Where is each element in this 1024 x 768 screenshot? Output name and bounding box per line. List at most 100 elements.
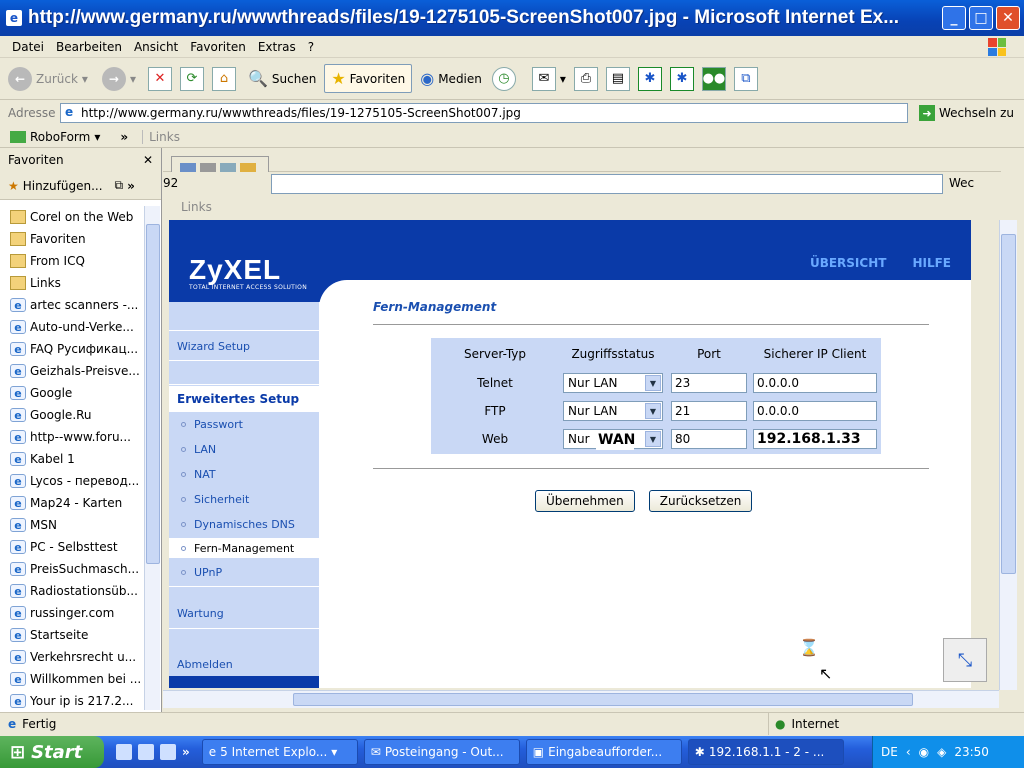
favorite-item[interactable]: From ICQ xyxy=(0,250,144,272)
access-select-web[interactable]: Nur WAN ▼ xyxy=(563,429,663,450)
sidebar-item-password[interactable]: Passwort xyxy=(169,412,319,437)
edit-button[interactable]: ▤ xyxy=(605,66,630,91)
history-button[interactable]: ◷ xyxy=(491,66,516,91)
quicklaunch-outlook-icon[interactable] xyxy=(138,744,154,760)
port-input-web[interactable]: 80 xyxy=(671,429,747,449)
task-outlook[interactable]: ✉ Posteingang - Out... xyxy=(363,739,520,765)
forward-button[interactable]: → ▾ xyxy=(101,66,136,91)
window-tool-button[interactable]: ⧉ xyxy=(733,66,758,91)
favorite-item[interactable]: e Map24 - Karten xyxy=(0,492,144,514)
close-panel-icon[interactable]: ✕ xyxy=(143,153,153,167)
media-button[interactable]: ◉ Medien xyxy=(420,69,482,88)
roboform-button[interactable]: RoboForm ▾ xyxy=(10,130,100,144)
content-hscroll-thumb[interactable] xyxy=(293,693,913,706)
sidebar-logout[interactable]: Abmelden xyxy=(169,652,319,676)
sidebar-item-remote-management[interactable]: Fern-Management xyxy=(169,538,319,558)
favorite-item[interactable]: e http--www.foru... xyxy=(0,426,144,448)
quicklaunch-chevron-icon[interactable]: » xyxy=(182,745,190,759)
ip-input-ftp[interactable]: 0.0.0.0 xyxy=(753,401,877,421)
sidebar-item-upnp[interactable]: UPnP xyxy=(169,560,319,585)
content-vscroll-thumb[interactable] xyxy=(1001,234,1016,574)
addon-button-2[interactable]: ✱ xyxy=(669,66,694,91)
favorite-item[interactable]: Links xyxy=(0,272,144,294)
apply-button[interactable]: Übernehmen xyxy=(535,490,635,512)
back-button[interactable]: ← Zurück ▾ xyxy=(8,66,88,91)
search-button[interactable]: 🔍 Suchen xyxy=(248,69,316,88)
menu-datei[interactable]: Datei xyxy=(12,40,44,54)
favorite-item[interactable]: e PreisSuchmasch... xyxy=(0,558,144,580)
quicklaunch-ie-icon[interactable] xyxy=(116,744,132,760)
sidebar-item-security[interactable]: Sicherheit xyxy=(169,487,319,512)
menu-help[interactable]: ? xyxy=(308,40,314,54)
menu-bearbeiten[interactable]: Bearbeiten xyxy=(56,40,122,54)
favorite-item[interactable]: e Verkehrsrecht u... xyxy=(0,646,144,668)
sidebar-maintenance[interactable]: Wartung xyxy=(169,600,319,626)
favorite-item[interactable]: e Google.Ru xyxy=(0,404,144,426)
content-horizontal-scrollbar[interactable] xyxy=(163,690,999,708)
organize-icon[interactable]: ⧉ xyxy=(115,178,124,193)
stop-button[interactable]: ✕ xyxy=(147,66,172,91)
panel-chevron-icon[interactable]: » xyxy=(127,179,135,193)
sidebar-wizard-setup[interactable]: Wizard Setup xyxy=(169,332,319,360)
language-indicator[interactable]: DE xyxy=(881,745,898,759)
links-label[interactable]: Links xyxy=(142,129,180,144)
favorite-item[interactable]: e Lycos - перевод... xyxy=(0,470,144,492)
task-router[interactable]: ✱ 192.168.1.1 - 2 - ... xyxy=(687,739,844,765)
favorite-item[interactable]: Corel on the Web xyxy=(0,206,144,228)
add-favorite-button[interactable]: ★ Hinzufügen... ⧉ » xyxy=(0,172,161,200)
inner-address-bar: 92 Wec xyxy=(163,172,1001,196)
ip-input-web[interactable]: 192.168.1.33 xyxy=(753,429,877,449)
messenger-button[interactable]: ●● xyxy=(701,66,726,91)
menu-extras[interactable]: Extras xyxy=(258,40,296,54)
go-button[interactable]: ➜ Wechseln zu xyxy=(919,105,1014,121)
resize-image-icon[interactable]: ⤡ xyxy=(943,638,987,682)
mail-button[interactable]: ✉ ▾ xyxy=(531,66,566,91)
favorites-scrollbar[interactable] xyxy=(144,206,160,710)
close-button[interactable]: ✕ xyxy=(996,6,1020,30)
sidebar-item-lan[interactable]: LAN xyxy=(169,437,319,462)
favorite-item[interactable]: e Google xyxy=(0,382,144,404)
favorite-item[interactable]: e Geizhals-Preisve... xyxy=(0,360,144,382)
favorite-item[interactable]: e PC - Selbsttest xyxy=(0,536,144,558)
quicklaunch-desktop-icon[interactable] xyxy=(160,744,176,760)
addon-button-1[interactable]: ✱ xyxy=(637,66,662,91)
address-input[interactable]: http://www.germany.ru/wwwthreads/files/1… xyxy=(60,103,908,123)
sidebar-item-ddns[interactable]: Dynamisches DNS xyxy=(169,512,319,537)
nav-help[interactable]: HILFE xyxy=(912,256,951,270)
task-command-prompt[interactable]: ▣ Eingabeaufforder... xyxy=(525,739,682,765)
tray-arrow-icon[interactable]: ‹ xyxy=(906,745,911,759)
favorite-item[interactable]: e Willkommen bei ... xyxy=(0,668,144,690)
favorite-item[interactable]: e Radiostationsüb... xyxy=(0,580,144,602)
print-button[interactable]: ⎙ xyxy=(573,66,598,91)
favorite-item[interactable]: e MSN xyxy=(0,514,144,536)
content-vertical-scrollbar[interactable] xyxy=(999,220,1017,690)
favorite-item[interactable]: Favoriten xyxy=(0,228,144,250)
sidebar-item-nat[interactable]: NAT xyxy=(169,462,319,487)
favorite-item[interactable]: e Your ip is 217.2... xyxy=(0,690,144,712)
favorite-item[interactable]: e russinger.com xyxy=(0,602,144,624)
favorites-button[interactable]: ★ Favoriten xyxy=(324,64,413,93)
home-button[interactable]: ⌂ xyxy=(211,66,236,91)
access-select-ftp[interactable]: Nur LAN ▼ xyxy=(563,401,663,421)
menu-favoriten[interactable]: Favoriten xyxy=(190,40,246,54)
favorites-scroll-thumb[interactable] xyxy=(146,224,160,564)
port-input-ftp[interactable]: 21 xyxy=(671,401,747,421)
favorite-item[interactable]: e FAQ Русификац... xyxy=(0,338,144,360)
port-input-telnet[interactable]: 23 xyxy=(671,373,747,393)
favorite-item[interactable]: e Kabel 1 xyxy=(0,448,144,470)
start-button[interactable]: ⊞ Start xyxy=(0,736,104,768)
favorite-item[interactable]: e artec scanners -... xyxy=(0,294,144,316)
access-select-telnet[interactable]: Nur LAN ▼ xyxy=(563,373,663,393)
reset-button[interactable]: Zurücksetzen xyxy=(648,490,753,512)
refresh-button[interactable]: ⟳ xyxy=(179,66,204,91)
favorite-item[interactable]: e Startseite xyxy=(0,624,144,646)
sidebar-advanced-setup[interactable]: Erweitertes Setup xyxy=(169,386,319,412)
minimize-button[interactable]: _ xyxy=(942,6,966,30)
menu-ansicht[interactable]: Ansicht xyxy=(134,40,178,54)
ip-input-telnet[interactable]: 0.0.0.0 xyxy=(753,373,877,393)
maximize-button[interactable]: □ xyxy=(969,6,993,30)
favorite-item[interactable]: e Auto-und-Verke... xyxy=(0,316,144,338)
task-internet-explorer[interactable]: e5 Internet Explo... ▾ xyxy=(201,739,358,765)
nav-overview[interactable]: ÜBERSICHT xyxy=(810,256,886,270)
toolbar-chevron-icon[interactable]: » xyxy=(120,130,128,144)
